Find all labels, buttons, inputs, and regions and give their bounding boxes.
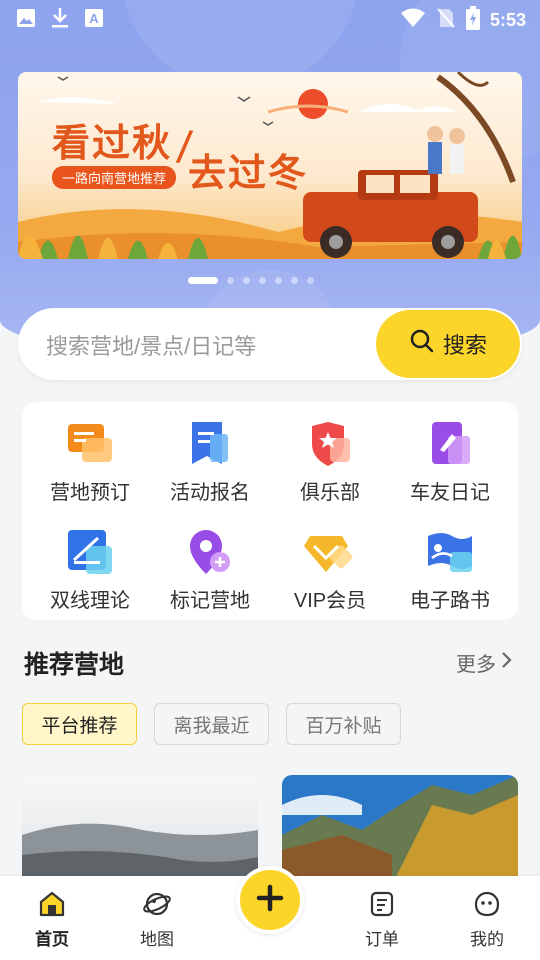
pagination-dot[interactable] <box>227 277 234 284</box>
svg-text:A: A <box>89 11 99 26</box>
road-book-icon <box>422 528 478 578</box>
status-bar: A 5:53 <box>0 0 540 36</box>
banner-headline-left: 看过秋 <box>52 120 173 165</box>
feature-label: 电子路书 <box>410 590 490 612</box>
camp-booking-icon <box>62 420 118 470</box>
plus-icon <box>255 883 285 918</box>
profile-icon <box>473 891 501 922</box>
more-link[interactable]: 更多 <box>456 648 512 677</box>
camp-card[interactable] <box>22 775 258 885</box>
camp-photo <box>282 775 518 885</box>
chevron-right-icon <box>500 651 512 675</box>
chip-platform-recommend[interactable]: 平台推荐 <box>22 703 137 745</box>
tab-label: 我的 <box>470 930 504 949</box>
tab-orders[interactable]: 订单 <box>347 890 417 950</box>
feature-label: 俱乐部 <box>300 482 360 504</box>
pagination-dot[interactable] <box>259 277 266 284</box>
feature-double-line[interactable]: 双线理论 <box>28 528 152 613</box>
feature-label: 车友日记 <box>410 482 490 504</box>
search-bar[interactable]: 搜索营地/景点/日记等 搜索 <box>18 308 522 380</box>
feature-label: VIP会员 <box>293 590 367 612</box>
tab-map[interactable]: 地图 <box>122 890 192 950</box>
tab-label: 首页 <box>35 930 69 949</box>
map-planet-icon <box>142 892 172 922</box>
search-input[interactable]: 搜索营地/景点/日记等 <box>46 329 256 361</box>
tab-home[interactable]: 首页 <box>17 890 87 950</box>
banner-pagination <box>188 277 314 284</box>
double-line-icon <box>62 528 118 578</box>
promo-banner[interactable]: 看过秋 / 去过冬 一路向南营地推荐 <box>18 72 522 259</box>
feature-grid: 营地预订 活动报名 俱乐部 车友日记 双线理论 标记营地 VIP会员 电子路书 <box>22 402 518 620</box>
battery-charging-icon <box>465 6 480 35</box>
pagination-dot[interactable] <box>275 277 282 284</box>
club-shield-icon <box>302 420 358 470</box>
feature-camp-booking[interactable]: 营地预订 <box>28 420 152 505</box>
chip-million-subsidy[interactable]: 百万补贴 <box>286 703 401 745</box>
vip-diamond-icon <box>302 528 358 578</box>
chip-nearest[interactable]: 离我最近 <box>154 703 269 745</box>
pagination-dot[interactable] <box>188 277 218 284</box>
feature-label: 标记营地 <box>170 590 250 612</box>
search-button[interactable]: 搜索 <box>376 310 520 378</box>
tab-profile[interactable]: 我的 <box>452 890 522 950</box>
no-sim-icon <box>436 7 456 34</box>
feature-label: 活动报名 <box>170 482 250 504</box>
gallery-icon <box>16 8 36 33</box>
order-icon <box>368 891 396 922</box>
translate-icon: A <box>84 8 104 33</box>
pagination-dot[interactable] <box>307 277 314 284</box>
feature-label: 双线理论 <box>50 590 130 612</box>
feature-club[interactable]: 俱乐部 <box>268 420 392 505</box>
feature-diary[interactable]: 车友日记 <box>388 420 512 505</box>
tab-label: 地图 <box>140 930 174 949</box>
camp-photo <box>22 775 258 885</box>
tab-label: 订单 <box>365 930 399 949</box>
banner-tagline: 一路向南营地推荐 <box>52 166 177 189</box>
camp-card[interactable] <box>282 775 518 885</box>
pagination-dot[interactable] <box>291 277 298 284</box>
activity-signup-icon <box>182 420 238 470</box>
pagination-dot[interactable] <box>243 277 250 284</box>
home-icon <box>38 891 66 922</box>
feature-label: 营地预订 <box>50 482 130 504</box>
wifi-icon <box>400 8 426 33</box>
download-icon <box>50 7 70 34</box>
feature-mark-camp[interactable]: 标记营地 <box>148 528 272 613</box>
create-fab-button[interactable] <box>236 866 304 934</box>
mark-location-icon <box>182 528 238 578</box>
search-button-label: 搜索 <box>442 333 487 358</box>
banner-headline-right: 去过冬 <box>188 150 309 195</box>
more-label: 更多 <box>456 654 496 676</box>
diary-icon <box>422 420 478 470</box>
status-time: 5:53 <box>489 10 526 30</box>
search-icon <box>409 328 435 360</box>
feature-vip[interactable]: VIP会员 <box>268 528 392 613</box>
feature-activity-signup[interactable]: 活动报名 <box>148 420 272 505</box>
section-title: 推荐营地 <box>24 651 125 679</box>
feature-road-book[interactable]: 电子路书 <box>388 528 512 613</box>
